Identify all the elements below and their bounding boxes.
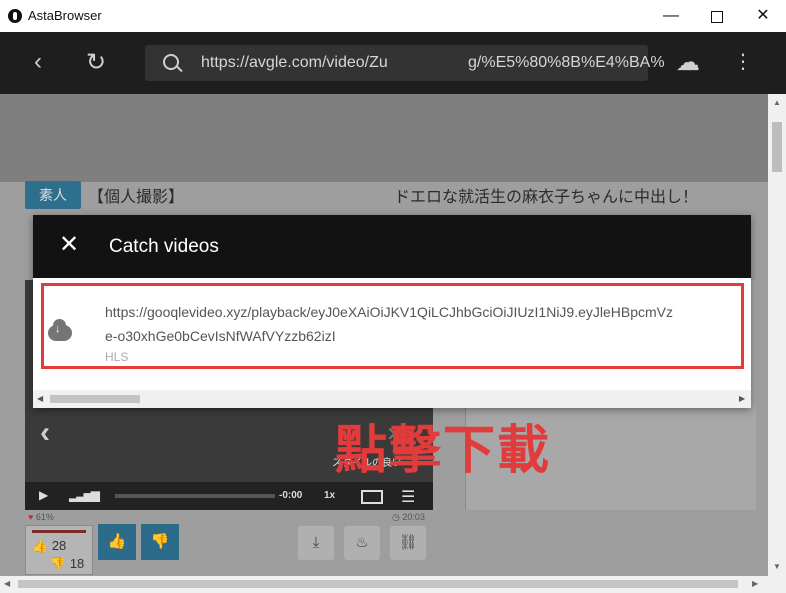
dislike-button[interactable]: 👎 xyxy=(141,524,179,560)
dialog-body: https://gooqlevideo.xyz/playback/eyJ0eXA… xyxy=(33,278,751,390)
duration-value: 20:03 xyxy=(402,512,425,522)
like-button[interactable]: 👍 xyxy=(98,524,136,560)
maximize-icon xyxy=(711,11,723,23)
download-action-button[interactable]: ⤓ xyxy=(298,526,334,560)
vertical-scroll-thumb[interactable] xyxy=(772,122,782,172)
fullscreen-icon[interactable] xyxy=(361,490,383,504)
catch-videos-dialog: ✕ Catch videos https://gooqlevideo.xyz/p… xyxy=(33,215,751,408)
horizontal-scrollbar[interactable]: ◀ ▶ xyxy=(0,576,768,593)
minimize-button[interactable]: — xyxy=(648,0,694,32)
dialog-scroll-right-icon[interactable]: ▶ xyxy=(739,394,745,403)
url-text-right: g/%E5%80%8B%E4%BA% xyxy=(468,54,665,71)
dialog-title: Catch videos xyxy=(109,236,219,257)
seek-bar[interactable] xyxy=(115,494,275,498)
volume-icon[interactable]: ▂▃▅▆ xyxy=(69,488,100,502)
maximize-button[interactable] xyxy=(694,0,740,32)
down-count: 👎 18 xyxy=(50,556,84,572)
dialog-header: ✕ Catch videos xyxy=(33,215,751,278)
dialog-scroll-thumb[interactable] xyxy=(50,395,140,403)
window-title: AstaBrowser xyxy=(28,8,102,23)
browser-toolbar: ‹ ↻ https://avgle.com/video/Zu g/%E5%80%… xyxy=(0,32,786,94)
scroll-up-icon[interactable]: ▲ xyxy=(773,98,781,107)
page-banner xyxy=(0,94,768,182)
playlist-icon[interactable]: ☰ xyxy=(401,487,415,507)
title-bar: AstaBrowser — ✕ xyxy=(0,0,786,33)
hot-action-button[interactable]: ♨ xyxy=(344,526,380,560)
chevron-left-icon[interactable]: ‹ xyxy=(40,416,50,450)
link-action-button[interactable]: ⛓ xyxy=(390,526,426,560)
down-count-value: 18 xyxy=(69,556,85,571)
highlight-box xyxy=(41,283,744,369)
address-bar[interactable]: https://avgle.com/video/Zu g/%E5%80%8B%E… xyxy=(145,45,665,81)
scrollbar-corner xyxy=(768,576,786,593)
rating-value: 61% xyxy=(35,512,54,522)
close-dialog-icon[interactable]: ✕ xyxy=(59,233,79,257)
search-icon xyxy=(163,54,179,70)
category-tag[interactable]: 素人 xyxy=(25,181,81,209)
dialog-horizontal-scrollbar[interactable]: ◀ ▶ xyxy=(33,390,751,408)
time-display: -0:00 xyxy=(279,490,303,501)
thumbs-up-icon: 👍 xyxy=(32,538,49,553)
cloud-download-icon[interactable]: ☁ xyxy=(676,51,700,75)
video-title-left: 【個人撮影】 xyxy=(88,189,185,206)
close-window-button[interactable]: ✕ xyxy=(740,0,786,32)
click-download-annotation: 點擊下載 xyxy=(335,421,552,481)
vote-ratio-bar xyxy=(32,530,86,533)
player-controls: ▶ ▂▃▅▆ -0:00 1x ☰ xyxy=(25,482,433,510)
app-logo-icon xyxy=(8,9,22,23)
thumbs-down-icon: 👎 xyxy=(50,556,67,571)
rating: ♥ 61% xyxy=(28,512,54,522)
clock-icon: ◷ xyxy=(392,512,400,522)
duration: ◷ 20:03 xyxy=(392,512,425,523)
up-count: 👍 28 xyxy=(32,538,66,554)
more-menu-icon[interactable]: ⋮ xyxy=(733,50,753,74)
heart-icon: ♥ xyxy=(28,512,34,522)
reload-icon[interactable]: ↻ xyxy=(86,51,106,75)
horizontal-scroll-thumb[interactable] xyxy=(18,580,738,588)
vertical-scrollbar[interactable]: ▲ ▼ xyxy=(768,94,786,576)
scroll-right-icon[interactable]: ▶ xyxy=(752,579,758,588)
url-text-left: https://avgle.com/video/Zu xyxy=(201,54,388,71)
back-icon[interactable]: ‹ xyxy=(34,50,42,74)
speed-button[interactable]: 1x xyxy=(324,490,335,501)
video-title-right: ドエロな就活生の麻衣子ちゃんに中出し！ xyxy=(394,189,699,206)
scroll-left-icon[interactable]: ◀ xyxy=(4,579,10,588)
up-count-value: 28 xyxy=(51,538,67,553)
dialog-scroll-left-icon[interactable]: ◀ xyxy=(37,394,43,403)
scroll-down-icon[interactable]: ▼ xyxy=(773,562,781,571)
play-icon[interactable]: ▶ xyxy=(39,488,48,502)
